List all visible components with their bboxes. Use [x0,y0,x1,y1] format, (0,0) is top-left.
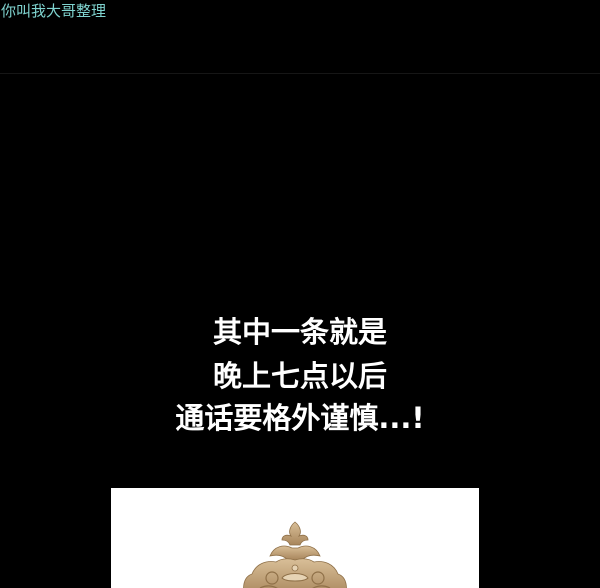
watermark-text: 你叫我大哥整理 [1,2,107,20]
caption-line-2: 晚上七点以后 [212,359,387,393]
gilded-frame-ornament-icon [243,521,347,588]
top-band: 你叫我大哥整理 [0,0,600,74]
next-panel [111,488,479,588]
caption-line-3: 通话要格外谨慎...! [175,401,425,435]
caption-line-1: 其中一条就是 [212,315,387,349]
